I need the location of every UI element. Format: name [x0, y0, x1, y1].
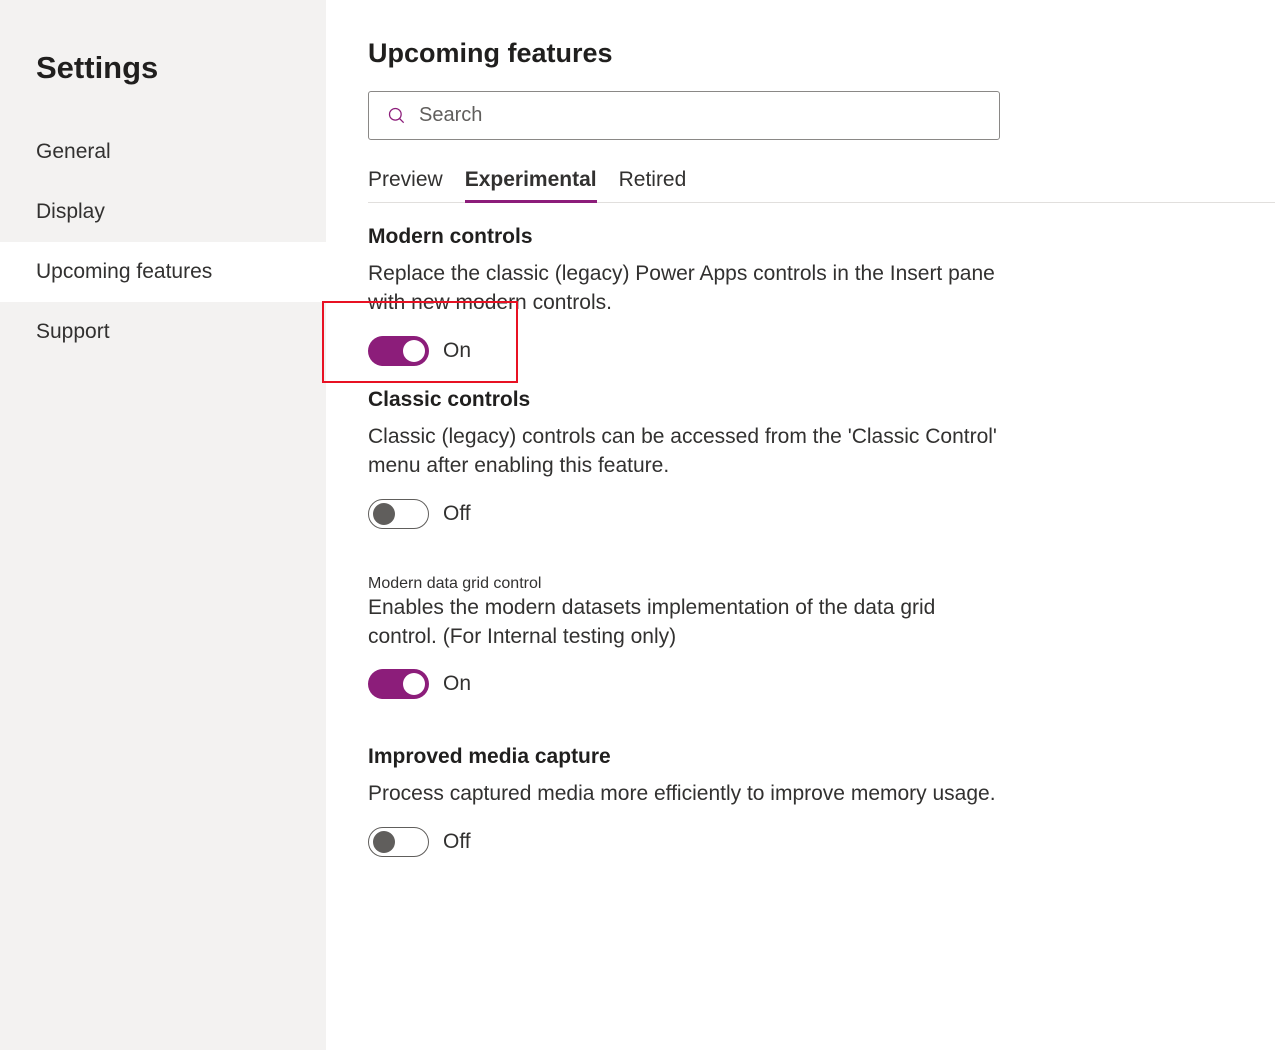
toggle-state-label: On	[443, 339, 471, 363]
feature-title: Classic controls	[368, 388, 1008, 412]
sidebar-item-label: Display	[36, 200, 105, 223]
sidebar-title: Settings	[0, 50, 326, 122]
tab-retired[interactable]: Retired	[619, 168, 687, 202]
feature-description: Enables the modern datasets implementati…	[368, 593, 1008, 652]
toggle-modern-data-grid[interactable]	[368, 669, 429, 699]
tab-label: Retired	[619, 168, 687, 191]
toggle-row: On	[368, 336, 1008, 366]
feature-title: Modern controls	[368, 225, 1008, 249]
toggle-row: On	[368, 669, 1008, 699]
tab-label: Experimental	[465, 168, 597, 191]
toggle-state-label: Off	[443, 502, 471, 526]
sidebar: Settings General Display Upcoming featur…	[0, 0, 326, 1050]
toggle-improved-media-capture[interactable]	[368, 827, 429, 857]
search-box[interactable]	[368, 91, 1000, 140]
sidebar-item-display[interactable]: Display	[0, 182, 326, 242]
toggle-knob	[403, 673, 425, 695]
sidebar-item-label: Upcoming features	[36, 260, 212, 283]
feature-description: Replace the classic (legacy) Power Apps …	[368, 259, 1008, 318]
feature-modern-data-grid: Modern data grid control Enables the mod…	[368, 575, 1008, 700]
toggle-knob	[373, 831, 395, 853]
page-title: Upcoming features	[368, 38, 1275, 69]
feature-description: Classic (legacy) controls can be accesse…	[368, 422, 1008, 481]
toggle-modern-controls[interactable]	[368, 336, 429, 366]
toggle-knob	[373, 503, 395, 525]
sidebar-item-support[interactable]: Support	[0, 302, 326, 362]
toggle-state-label: On	[443, 672, 471, 696]
feature-classic-controls: Classic controls Classic (legacy) contro…	[368, 388, 1008, 529]
toggle-knob	[403, 340, 425, 362]
toggle-row: Off	[368, 827, 1008, 857]
sidebar-item-upcoming-features[interactable]: Upcoming features	[0, 242, 326, 302]
feature-improved-media-capture: Improved media capture Process captured …	[368, 745, 1008, 856]
tabs: Preview Experimental Retired	[368, 168, 1275, 203]
tab-experimental[interactable]: Experimental	[465, 168, 597, 202]
toggle-row: Off	[368, 499, 1008, 529]
sidebar-item-label: General	[36, 140, 111, 163]
toggle-classic-controls[interactable]	[368, 499, 429, 529]
tab-preview[interactable]: Preview	[368, 168, 443, 202]
feature-modern-controls: Modern controls Replace the classic (leg…	[368, 225, 1008, 366]
main-content: Upcoming features Preview Experimental R…	[326, 0, 1275, 1050]
feature-title: Improved media capture	[368, 745, 1008, 769]
search-icon	[387, 106, 407, 126]
sidebar-item-label: Support	[36, 320, 110, 343]
sidebar-item-general[interactable]: General	[0, 122, 326, 182]
search-input[interactable]	[419, 104, 981, 127]
feature-title: Modern data grid control	[368, 575, 1008, 593]
feature-description: Process captured media more efficiently …	[368, 779, 1008, 808]
tab-label: Preview	[368, 168, 443, 191]
toggle-state-label: Off	[443, 830, 471, 854]
